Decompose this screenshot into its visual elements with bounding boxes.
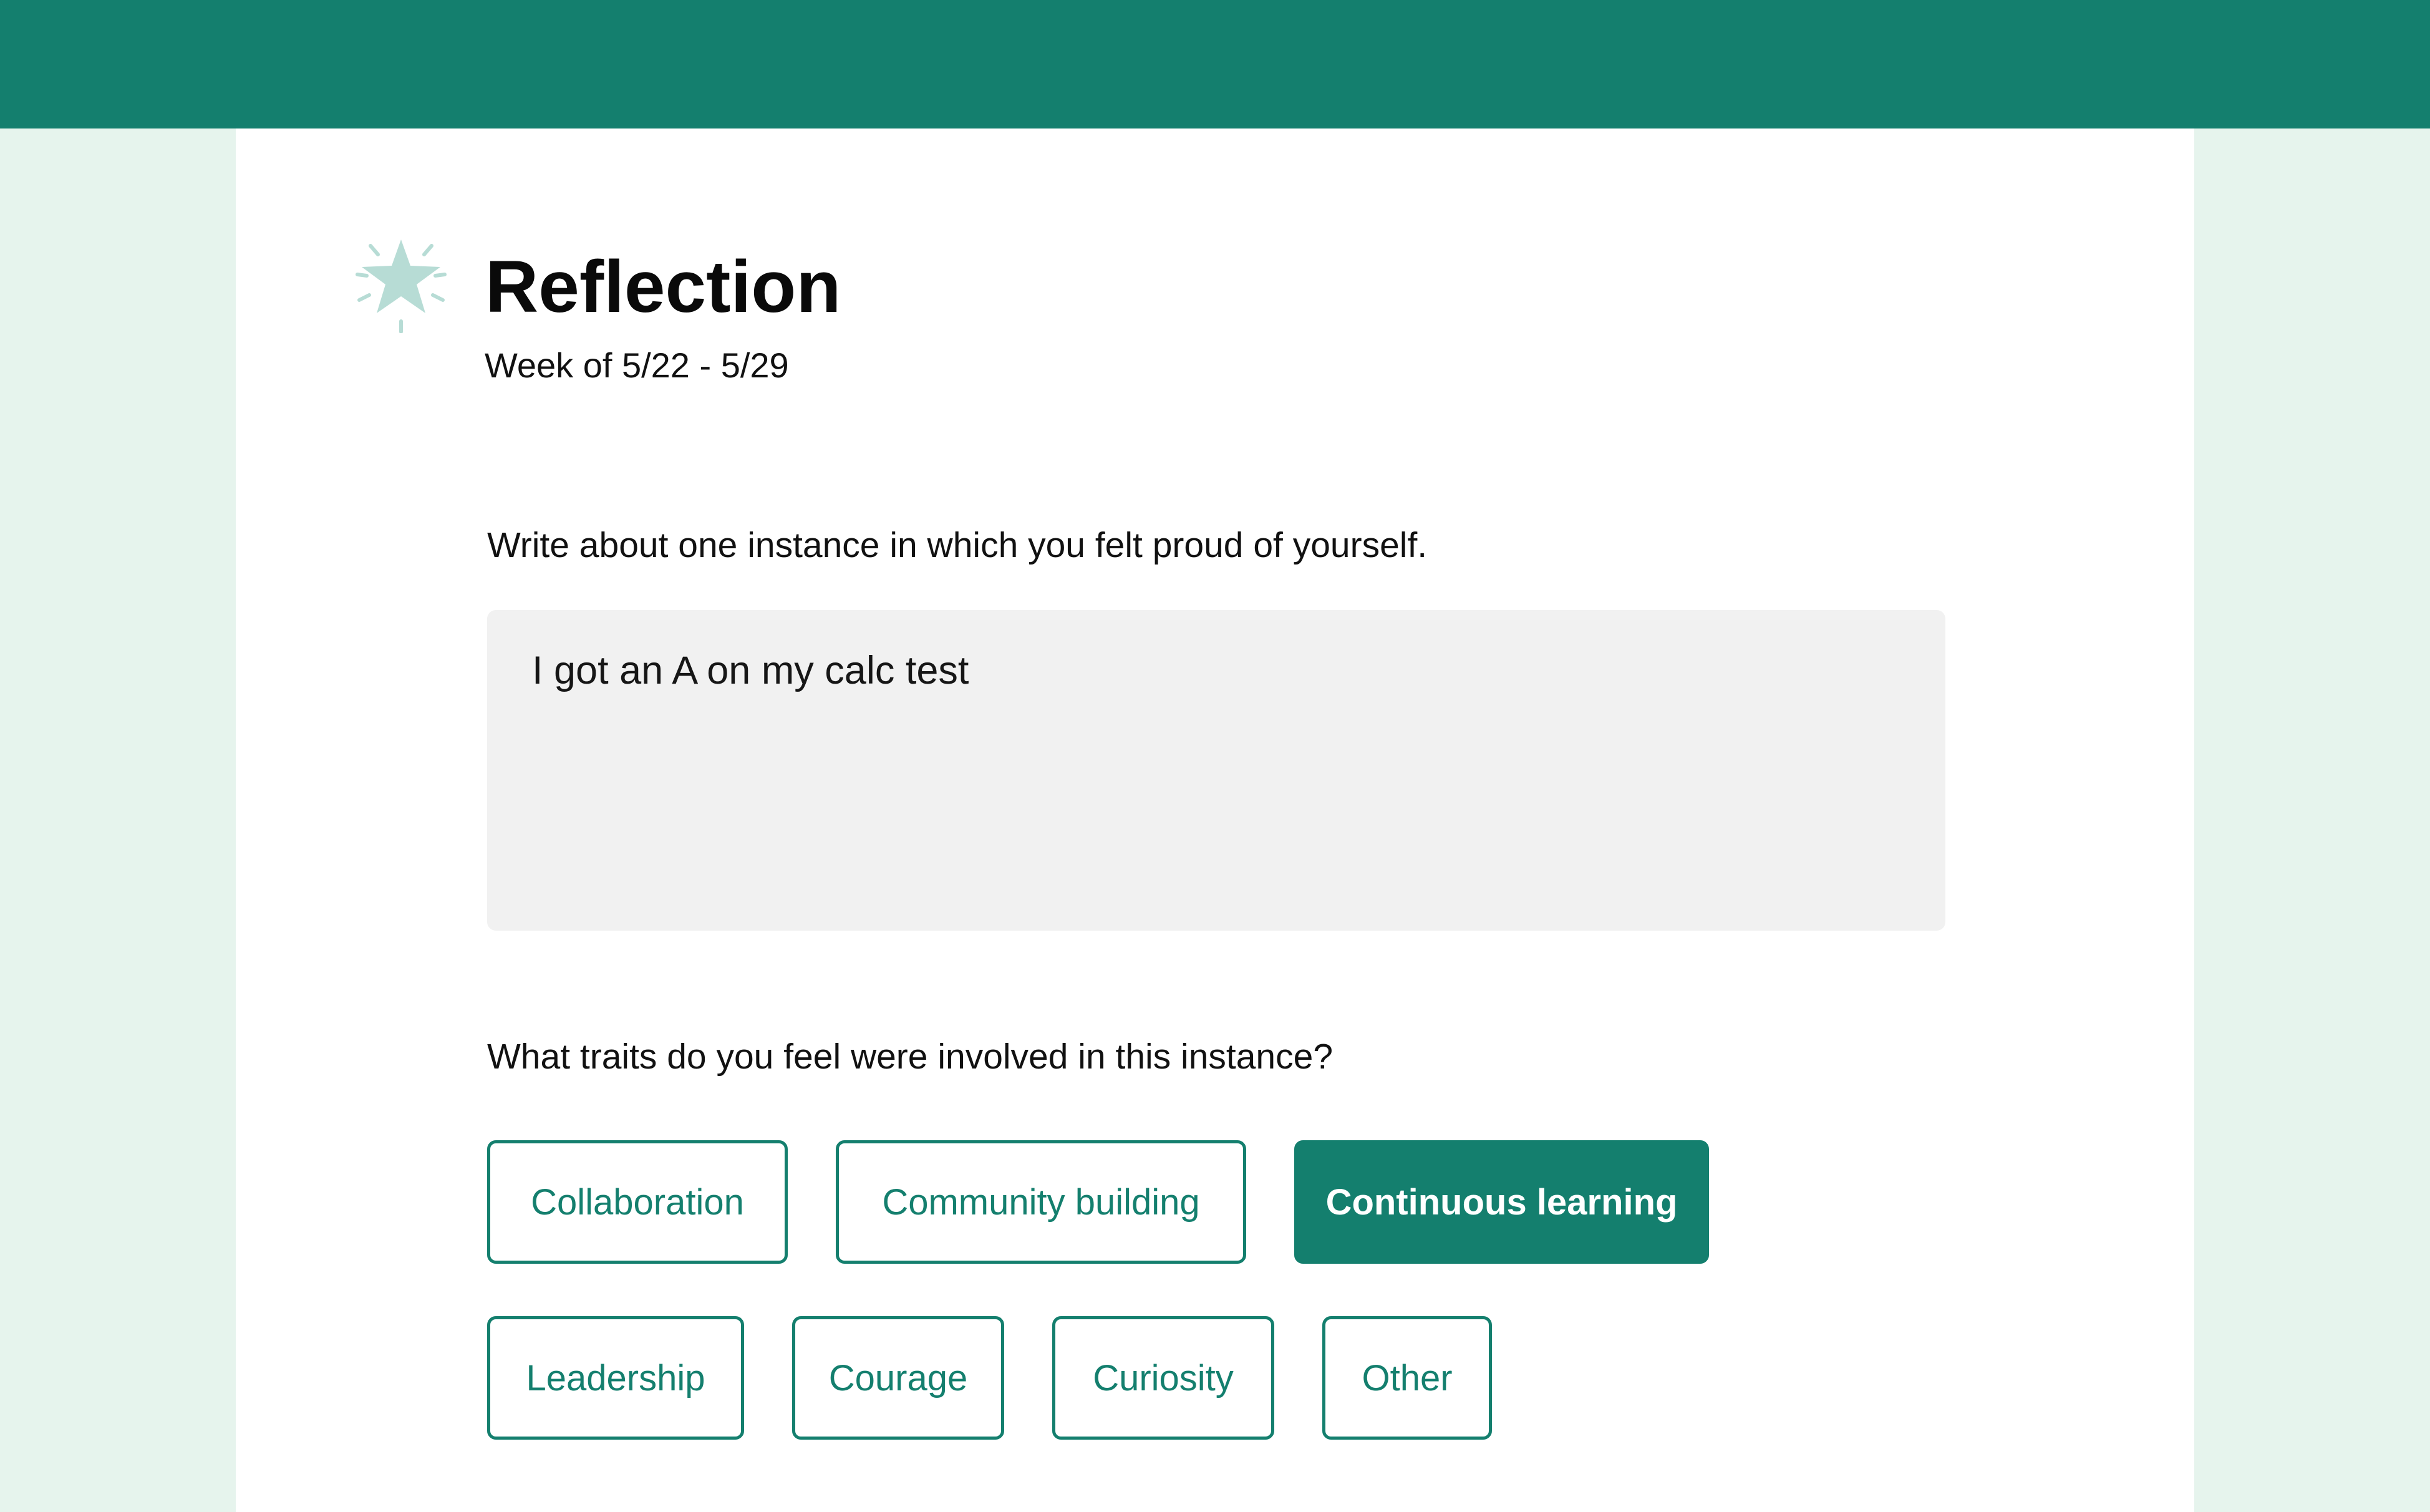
trait-chip-continuous-learning[interactable]: Continuous learning	[1294, 1140, 1709, 1264]
trait-chip-collaboration[interactable]: Collaboration	[487, 1140, 788, 1264]
top-bar	[0, 0, 2430, 128]
trait-chip-other[interactable]: Other	[1322, 1316, 1492, 1440]
trait-chip-leadership[interactable]: Leadership	[487, 1316, 744, 1440]
trait-chip-curiosity[interactable]: Curiosity	[1052, 1316, 1274, 1440]
proud-moment-question: Write about one instance in which you fe…	[487, 525, 1428, 565]
trait-chip-courage[interactable]: Courage	[792, 1316, 1004, 1440]
traits-question: What traits do you feel were involved in…	[487, 1037, 1334, 1077]
trait-chip-community-building[interactable]: Community building	[836, 1140, 1246, 1264]
reflection-card: Reflection Week of 5/22 - 5/29 Write abo…	[236, 128, 2194, 1512]
proud-moment-answer-field[interactable]: I got an A on my calc test	[487, 610, 1945, 931]
sparkle-star-icon	[356, 240, 447, 333]
week-subtitle: Week of 5/22 - 5/29	[485, 346, 789, 385]
page-title: Reflection	[485, 246, 841, 328]
